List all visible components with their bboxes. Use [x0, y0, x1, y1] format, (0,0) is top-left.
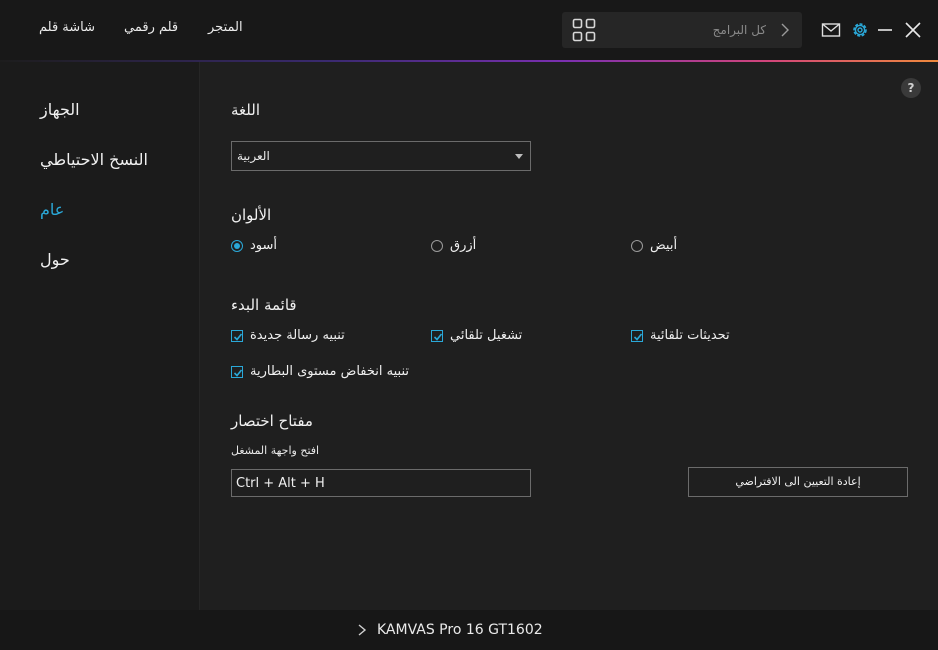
radio-blue[interactable]: أزرق — [431, 238, 476, 253]
sidebar-item-general[interactable]: عام — [40, 200, 64, 219]
app-window: شاشة قلم قلم رقمي المتجر كل البرامج الجه… — [0, 0, 938, 650]
radio-white[interactable]: أبيض — [631, 238, 677, 253]
radio-black[interactable]: أسود — [231, 238, 277, 253]
shortcut-field[interactable] — [231, 469, 531, 497]
gear-icon[interactable] — [850, 20, 870, 40]
open-driver-label: افتح واجهة المشغل — [231, 444, 320, 457]
sidebar: الجهاز النسخ الاحتياطي عام حول — [0, 62, 200, 610]
radio-label: أسود — [250, 238, 278, 253]
dropdown-arrow-icon — [515, 154, 523, 159]
language-title: اللغة — [231, 101, 260, 119]
checkmark-icon — [233, 332, 243, 341]
radio-indicator[interactable] — [431, 239, 443, 252]
reset-default-button[interactable]: إعادة التعيين الى الافتراضي — [688, 467, 908, 497]
sidebar-item-about[interactable]: حول — [40, 250, 70, 269]
language-select[interactable]: العربية — [231, 141, 531, 171]
search-box[interactable] — [562, 12, 802, 48]
device-name: KAMVAS Pro 16 GT1602 — [377, 622, 543, 638]
checkbox-box[interactable] — [431, 329, 443, 342]
checkbox-auto-start[interactable]: تشغيل تلقائي — [431, 328, 522, 343]
nav-pen-display[interactable]: شاشة قلم — [39, 20, 95, 35]
chevron-right-icon[interactable] — [778, 22, 792, 38]
checkbox-label: تنبيه رسالة جديدة — [250, 328, 345, 343]
nav-store[interactable]: المتجر — [208, 20, 243, 35]
search-input[interactable] — [606, 18, 766, 42]
checkbox-box[interactable] — [631, 329, 643, 342]
shortcut-title: مفتاح اختصار — [231, 412, 313, 430]
mail-icon[interactable] — [821, 20, 841, 40]
checkmark-icon — [233, 368, 243, 377]
close-icon[interactable] — [903, 20, 923, 40]
nav-pen-tablet[interactable]: قلم رقمي — [124, 20, 178, 35]
apps-grid-icon[interactable] — [572, 18, 596, 42]
checkbox-label: تحديثات تلقائية — [650, 328, 730, 343]
colors-title: الألوان — [231, 206, 272, 224]
checkmark-icon — [433, 332, 443, 341]
checkmark-icon — [633, 332, 643, 341]
minimize-icon[interactable] — [875, 20, 895, 40]
checkbox-new-message-alert[interactable]: تنبيه رسالة جديدة — [231, 328, 345, 343]
checkbox-low-battery-alert[interactable]: تنبيه انخفاض مستوى البطارية — [231, 364, 409, 379]
sidebar-item-backup[interactable]: النسخ الاحتياطي — [40, 150, 148, 169]
radio-label: أبيض — [650, 238, 678, 253]
checkbox-label: تنبيه انخفاض مستوى البطارية — [250, 364, 409, 379]
top-bar: شاشة قلم قلم رقمي المتجر — [0, 0, 938, 60]
startup-title: قائمة البدء — [231, 296, 297, 314]
chevron-right-icon — [358, 624, 367, 636]
radio-label: أزرق — [450, 238, 477, 253]
radio-indicator[interactable] — [631, 239, 643, 252]
checkbox-auto-updates[interactable]: تحديثات تلقائية — [631, 328, 730, 343]
radio-indicator[interactable] — [231, 239, 243, 252]
footer-device-bar[interactable]: KAMVAS Pro 16 GT1602 — [0, 610, 938, 650]
help-button[interactable]: ? — [901, 78, 921, 98]
sidebar-item-device[interactable]: الجهاز — [40, 100, 80, 119]
language-selected-value: العربية — [237, 149, 270, 163]
checkbox-label: تشغيل تلقائي — [450, 328, 523, 343]
checkbox-box[interactable] — [231, 365, 243, 378]
checkbox-box[interactable] — [231, 329, 243, 342]
